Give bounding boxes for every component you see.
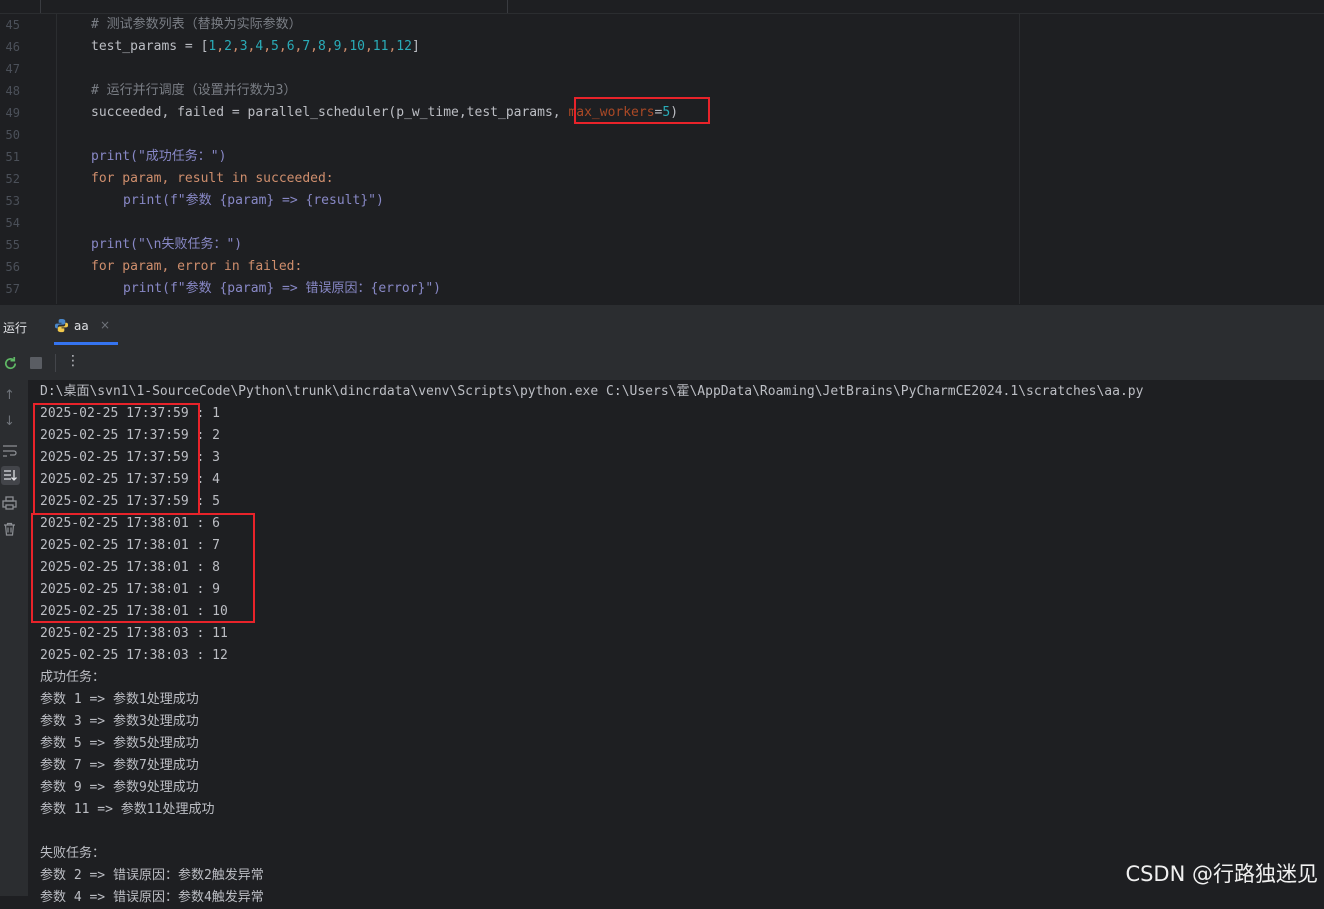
run-toolbar: ⋮ [0,346,1324,381]
console-line: 参数 4 => 错误原因：参数4触发异常 [40,890,264,905]
code-params-list: 1,2,3,4,5,6,7,8,9,10,11,12 [208,39,412,54]
watermark: CSDN @行路独迷见 [1125,862,1318,886]
highlight-box-max-workers [574,97,710,124]
arrow-down-icon[interactable]: ↓ [4,414,15,429]
code-print-success: print("成功任务：") [91,149,227,164]
line-number: 49 [5,106,20,120]
line-number: 47 [5,62,20,76]
console-side-toolbar: ↑ ↓ [0,380,28,896]
console-line: 参数 3 => 参数3处理成功 [40,714,199,729]
line-number: 55 [5,238,20,252]
code-for-failed: for param, error in failed: [91,259,303,274]
console-output[interactable]: D:\桌面\svn1\1-SourceCode\Python\trunk\din… [28,380,1324,905]
console-line: 成功任务： [40,670,106,685]
param-value: 10 [349,39,365,54]
param-separator: , [278,39,287,54]
line-number: 48 [5,84,20,98]
line-number-gutter: 45 46 47 48 49 50 51 52 53 54 55 56 57 [0,14,56,304]
line-number: 50 [5,128,20,142]
line-number: 52 [5,172,20,186]
print-icon[interactable] [2,496,17,510]
param-value: 3 [239,39,248,54]
line-number: 53 [5,194,20,208]
line-number: 57 [5,282,20,296]
console-line: 参数 1 => 参数1处理成功 [40,692,199,707]
param-value: 12 [396,39,412,54]
active-tab-indicator [54,342,118,345]
console-command-line: D:\桌面\svn1\1-SourceCode\Python\trunk\din… [40,384,1144,399]
gutter-divider [56,14,57,304]
console-line: 2025-02-25 17:38:03 : 12 [40,648,228,663]
trash-icon[interactable] [3,522,16,536]
editor-tab-strip [0,0,1324,14]
code-params-var: test_params = [ [91,39,209,54]
line-number: 46 [5,40,20,54]
param-separator: , [216,39,225,54]
code-comment-run: # 运行并行调度（设置并行数为3） [91,83,297,98]
code-scheduler-call: succeeded, failed = parallel_scheduler(p… [91,105,569,120]
param-value: 8 [318,39,326,54]
scroll-to-end-icon[interactable] [1,466,20,485]
line-number: 51 [5,150,20,164]
code-line-test-params: test_params = [1,2,3,4,5,6,7,8,9,10,11,1… [91,36,420,58]
run-tab-label: aa [74,319,89,333]
python-icon [54,318,69,333]
run-tool-window-header: 运行 aa × [0,304,1324,347]
param-separator: , [325,39,334,54]
arrow-up-icon[interactable]: ↑ [4,388,15,403]
console-line: 参数 7 => 参数7处理成功 [40,758,199,773]
toolbar-separator [55,354,56,372]
code-editor[interactable]: 45 46 47 48 49 50 51 52 53 54 55 56 57 # 测试参数列表（替换为实… [0,0,1324,304]
soft-wrap-icon[interactable] [2,444,18,458]
param-value: 6 [286,39,295,54]
code-print-failed: print("\n失败任务：") [91,237,243,252]
close-icon[interactable]: × [100,318,110,332]
param-separator: , [231,39,240,54]
more-options-icon[interactable]: ⋮ [66,353,80,369]
highlight-box-batch-2 [31,513,255,623]
run-panel-title: 运行 [3,321,28,335]
run-tab-aa[interactable]: aa × [54,313,118,345]
code-params-close: ] [411,39,420,54]
param-separator: , [310,39,318,54]
console-line: 失败任务： [40,846,106,861]
param-value: 7 [302,39,311,54]
param-separator: , [263,39,272,54]
highlight-box-batch-1 [33,403,200,515]
code-comment-test-params: # 测试参数列表（替换为实际参数） [91,17,302,32]
console-line: 2025-02-25 17:38:03 : 11 [40,626,228,641]
line-number: 45 [5,18,20,32]
console-line: 参数 2 => 错误原因：参数2触发异常 [40,868,264,883]
line-number: 54 [5,216,20,230]
right-margin-guide [1019,14,1020,304]
param-separator: , [364,39,373,54]
code-print-success-item: print(f"参数 {param} => {result}") [123,193,384,208]
line-number: 56 [5,260,20,274]
code-for-success: for param, result in succeeded: [91,171,334,186]
console-line: 参数 9 => 参数9处理成功 [40,780,199,795]
param-value: 2 [224,39,232,54]
stop-icon[interactable] [30,357,42,369]
param-value: 5 [271,39,279,54]
code-print-failed-item: print(f"参数 {param} => 错误原因：{error}") [123,281,441,296]
rerun-icon[interactable] [3,356,18,371]
console-line: 参数 11 => 参数11处理成功 [40,802,215,817]
param-value: 11 [372,39,389,54]
console-line: 参数 5 => 参数5处理成功 [40,736,199,751]
